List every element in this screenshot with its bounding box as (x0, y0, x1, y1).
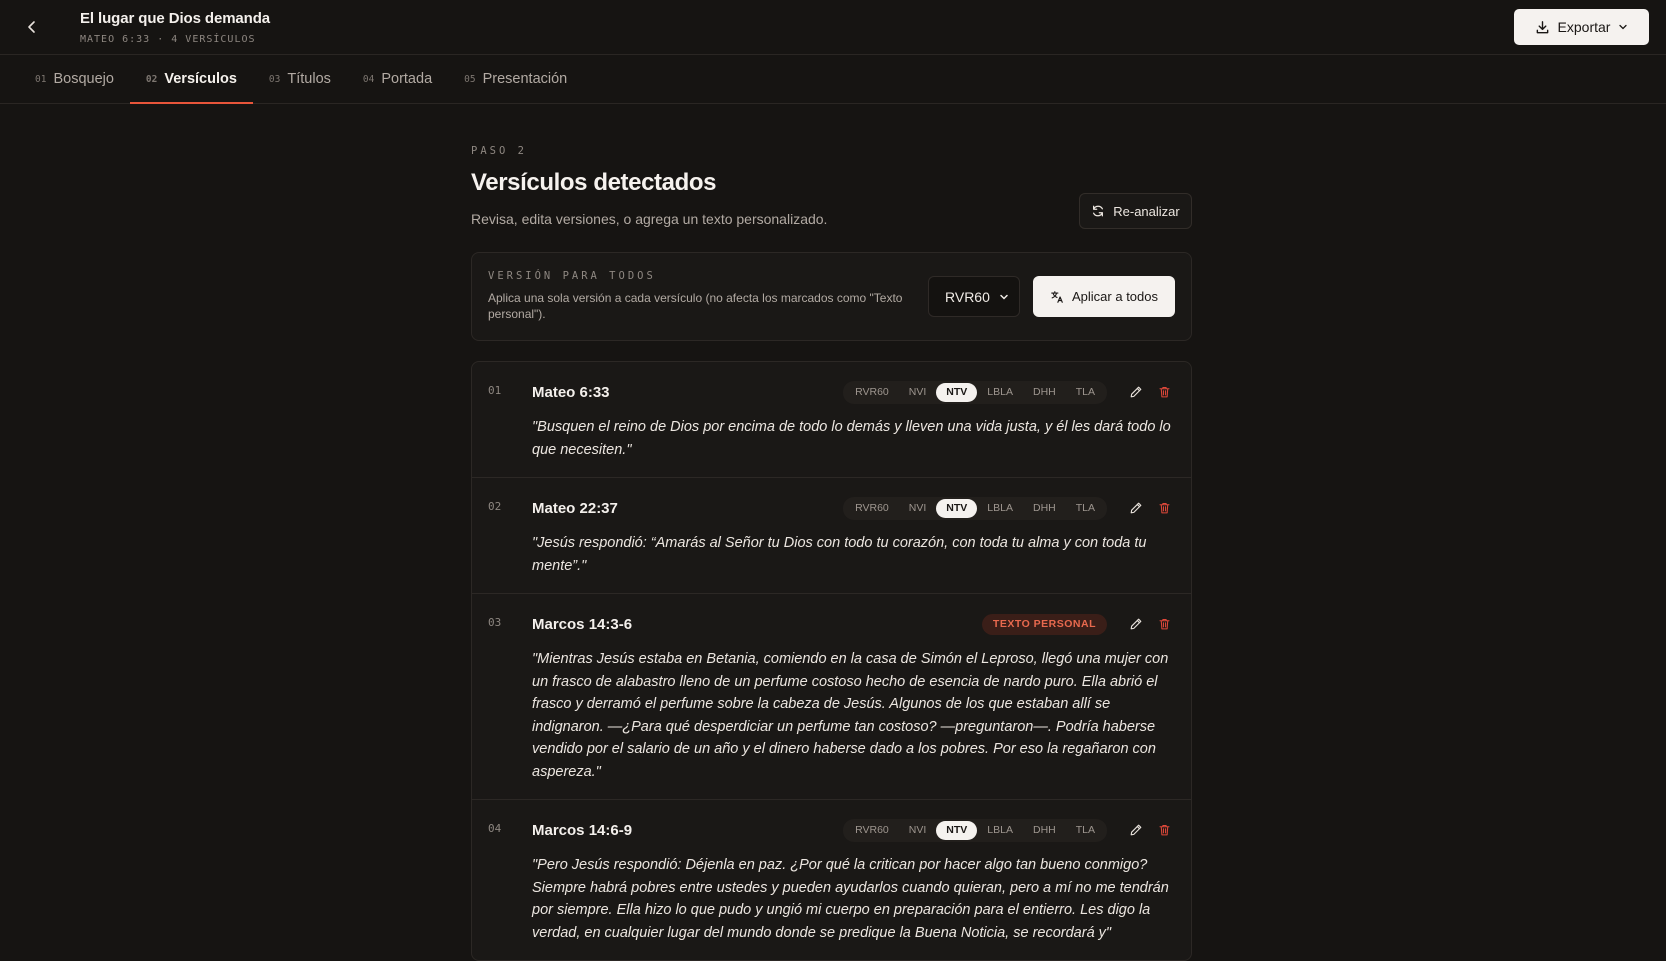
version-select-value: RVR60 (945, 288, 990, 305)
step-label: PASO 2 (471, 145, 527, 157)
version-option-dhh[interactable]: DHH (1023, 821, 1066, 840)
tab-number: 03 (268, 73, 281, 85)
verse-row: 03 Marcos 14:3-6 TEXTO PERSONAL "Mientras J… (472, 594, 1191, 800)
verse-list: 01 Mateo 6:33 RVR60 NVI NTV LBLA DHH TLA "Busque… (471, 361, 1192, 961)
export-label: Exportar (1557, 19, 1611, 35)
verse-header: Marcos 14:6-9 RVR60 NVI NTV LBLA DHH TLA (532, 818, 1175, 842)
version-option-lbla[interactable]: LBLA (977, 821, 1023, 840)
version-switcher: RVR60 NVI NTV LBLA DHH TLA (843, 496, 1107, 520)
tab-bosquejo[interactable]: 01 Bosquejo (19, 55, 130, 103)
chevron-left-icon (28, 21, 35, 33)
version-option-dhh[interactable]: DHH (1023, 499, 1066, 518)
version-option-lbla[interactable]: LBLA (977, 499, 1023, 518)
version-option-ntv[interactable]: NTV (936, 498, 978, 518)
pencil-icon (1130, 386, 1142, 398)
translate-icon (1051, 290, 1063, 303)
verse-reference: Marcos 14:3-6 (532, 615, 633, 633)
chevron-down-icon (1000, 294, 1008, 300)
version-option-tla[interactable]: TLA (1066, 499, 1105, 518)
edit-verse-button[interactable] (1125, 613, 1147, 635)
version-option-rvr60[interactable]: RVR60 (845, 821, 899, 840)
version-option-dhh[interactable]: DHH (1023, 383, 1066, 402)
delete-verse-button[interactable] (1153, 497, 1175, 519)
document-subtitle: MATEO 6:33 · 4 VERSÍCULOS (80, 34, 256, 45)
version-option-nvi[interactable]: NVI (899, 499, 937, 518)
document-title-block: El lugar que Dios demanda MATEO 6:33 · 4… (80, 10, 270, 45)
step-tabs: 01 Bosquejo 02 Versículos 03 Títulos 04 Port… (0, 55, 1666, 104)
pencil-icon (1130, 824, 1142, 836)
export-button[interactable]: Exportar (1514, 9, 1649, 45)
chevron-down-icon (1619, 24, 1628, 30)
trash-icon (1159, 503, 1169, 514)
version-select[interactable]: RVR60 (928, 276, 1020, 317)
trash-icon (1159, 619, 1169, 630)
document-title: El lugar que Dios demanda (80, 10, 271, 27)
version-option-ntv[interactable]: NTV (936, 382, 978, 402)
reanalyze-button[interactable]: Re-analizar (1079, 193, 1192, 229)
version-switcher: RVR60 NVI NTV LBLA DHH TLA (843, 380, 1107, 404)
delete-verse-button[interactable] (1153, 613, 1175, 635)
download-icon (1536, 20, 1548, 33)
pencil-icon (1130, 618, 1142, 630)
verse-number: 01 (488, 384, 502, 397)
verse-row: 02 Mateo 22:37 RVR60 NVI NTV LBLA DHH TLA "Jesús… (472, 478, 1191, 594)
version-option-tla[interactable]: TLA (1066, 821, 1105, 840)
delete-verse-button[interactable] (1153, 381, 1175, 403)
verse-row: 01 Mateo 6:33 RVR60 NVI NTV LBLA DHH TLA "Busque… (472, 362, 1191, 478)
verse-text: "Busquen el reino de Dios por encima de … (532, 419, 1171, 458)
trash-icon (1159, 387, 1169, 398)
verse-number: 04 (488, 822, 502, 835)
tab-presentacion[interactable]: 05 Presentación (448, 55, 583, 103)
apply-to-all-button[interactable]: Aplicar a todos (1033, 276, 1175, 317)
tab-versiculos[interactable]: 02 Versículos (129, 55, 253, 104)
version-option-lbla[interactable]: LBLA (977, 383, 1023, 402)
tab-label: Presentación (482, 71, 568, 87)
top-bar: El lugar que Dios demanda MATEO 6:33 · 4… (0, 0, 1666, 55)
verse-text: "Mientras Jesús estaba en Betania, comie… (532, 651, 1169, 780)
tab-number: 05 (464, 73, 476, 85)
apply-to-all-label: Aplicar a todos (1072, 289, 1158, 304)
tab-number: 02 (145, 73, 158, 85)
version-switcher: RVR60 NVI NTV LBLA DHH TLA (843, 818, 1107, 842)
verse-reference: Mateo 22:37 (532, 499, 618, 517)
version-option-ntv[interactable]: NTV (936, 820, 978, 840)
main-content: PASO 2 Versículos detectados Revisa, edi… (471, 105, 1192, 961)
verse-reference: Marcos 14:6-9 (532, 821, 633, 839)
version-option-tla[interactable]: TLA (1066, 383, 1105, 402)
tab-label: Títulos (287, 71, 331, 87)
tab-number: 04 (362, 73, 375, 85)
tab-label: Portada (381, 71, 433, 87)
tab-titulos[interactable]: 03 Títulos (253, 55, 347, 103)
reanalyze-label: Re-analizar (1113, 203, 1180, 219)
verse-text: "Pero Jesús respondió: Déjenla en paz. ¿… (532, 857, 1169, 941)
tab-portada[interactable]: 04 Portada (347, 55, 448, 103)
pencil-icon (1130, 502, 1142, 514)
version-option-nvi[interactable]: NVI (899, 821, 937, 840)
back-button[interactable] (20, 15, 44, 39)
edit-verse-button[interactable] (1125, 497, 1147, 519)
version-card-description: Aplica una sola versión a cada versículo… (488, 291, 903, 321)
verse-row: 04 Marcos 14:6-9 RVR60 NVI NTV LBLA DHH TLA "Per… (472, 800, 1191, 960)
verse-number: 03 (488, 616, 502, 629)
personal-text-badge: TEXTO PERSONAL (981, 613, 1107, 635)
delete-verse-button[interactable] (1153, 819, 1175, 841)
verse-reference: Mateo 6:33 (532, 383, 610, 401)
edit-verse-button[interactable] (1125, 819, 1147, 841)
version-for-all-card: VERSIÓN PARA TODOS Aplica una sola versi… (471, 252, 1192, 341)
verse-header: Marcos 14:3-6 TEXTO PERSONAL (532, 613, 1175, 635)
verse-text: "Jesús respondió: “Amarás al Señor tu Di… (532, 535, 1147, 574)
edit-verse-button[interactable] (1125, 381, 1147, 403)
verse-header: Mateo 22:37 RVR60 NVI NTV LBLA DHH TLA (532, 496, 1175, 520)
tab-label: Versículos (164, 71, 237, 87)
trash-icon (1159, 825, 1169, 836)
tab-label: Bosquejo (53, 71, 114, 87)
version-option-rvr60[interactable]: RVR60 (845, 499, 899, 518)
version-option-rvr60[interactable]: RVR60 (845, 383, 899, 402)
version-option-nvi[interactable]: NVI (899, 383, 937, 402)
verse-header: Mateo 6:33 RVR60 NVI NTV LBLA DHH TLA (532, 380, 1175, 404)
tab-number: 01 (35, 73, 47, 85)
refresh-icon (1093, 205, 1104, 217)
verse-number: 02 (488, 500, 502, 513)
